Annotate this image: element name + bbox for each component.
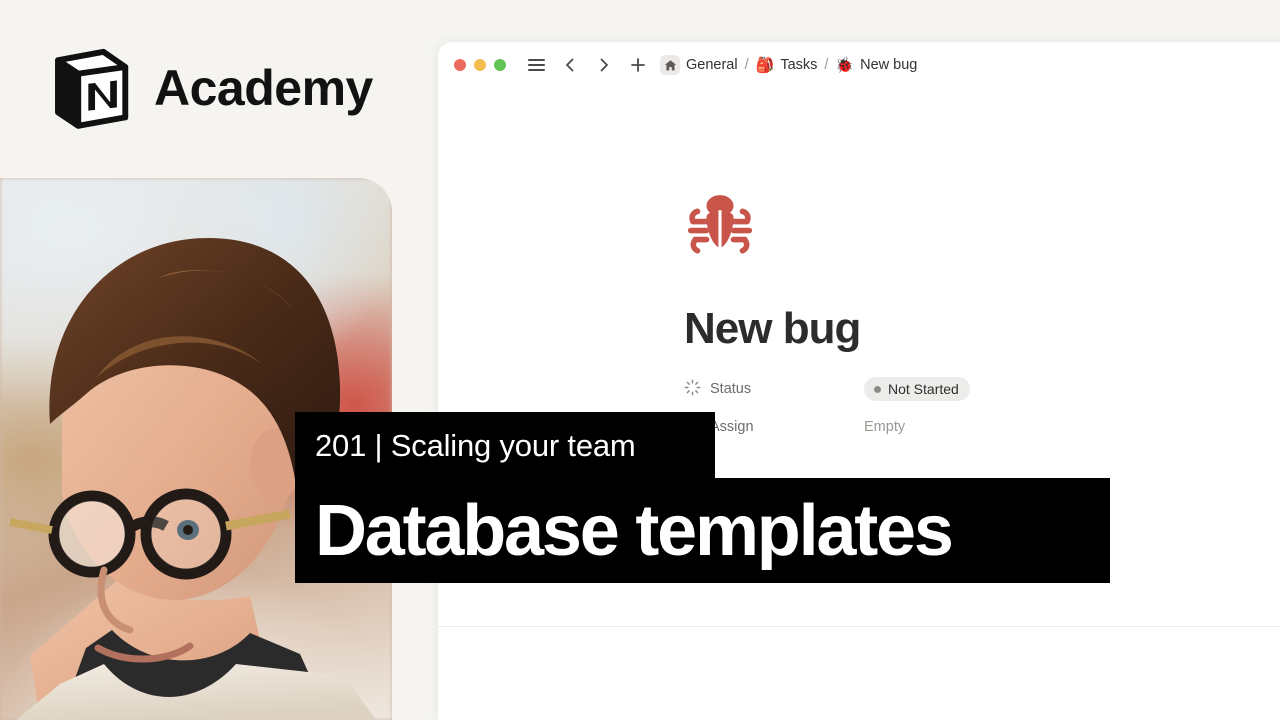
notion-cube-icon	[48, 45, 132, 131]
status-badge[interactable]: Not Started	[864, 377, 970, 402]
overlay-title-text: Database templates	[315, 490, 954, 571]
browser-window: General / 🎒 Tasks / 🐞 New bug New bug St…	[438, 42, 1280, 720]
overlay-title-bar: Database templates	[295, 478, 1110, 583]
page-content: New bug Status Not Started Assign Empty	[438, 88, 1280, 627]
screenshot-root: Academy General / 🎒 Tasks / 🐞 New bug Ne…	[0, 0, 1280, 720]
status-dot-icon	[874, 385, 881, 393]
breadcrumb-separator-1: /	[744, 57, 749, 73]
status-badge-label: Not Started	[888, 381, 959, 398]
property-value-status[interactable]: Not Started	[864, 377, 970, 402]
window-nav-controls	[526, 55, 648, 75]
property-row-status[interactable]: Status Not Started	[684, 374, 1280, 404]
breadcrumb-separator-2: /	[824, 57, 829, 73]
breadcrumb-item-new-bug[interactable]: 🐞 New bug	[835, 57, 917, 73]
content-divider	[438, 626, 1280, 627]
maximize-button[interactable]	[494, 59, 506, 71]
breadcrumb-label-general: General	[686, 57, 738, 73]
property-label-assign: Assign	[710, 419, 754, 436]
bug-emoji-icon: 🐞	[835, 56, 855, 74]
window-titlebar: General / 🎒 Tasks / 🐞 New bug	[438, 42, 1280, 88]
close-button[interactable]	[454, 59, 466, 71]
breadcrumb-label-new-bug: New bug	[860, 57, 918, 73]
breadcrumb-label-tasks: Tasks	[780, 57, 818, 73]
window-traffic-lights	[454, 59, 506, 71]
chevron-left-icon[interactable]	[560, 55, 580, 75]
property-label-status: Status	[710, 381, 752, 398]
bug-icon[interactable]	[684, 192, 1280, 260]
brand-name: Academy	[154, 60, 373, 116]
breadcrumb-item-general[interactable]: General	[660, 55, 738, 75]
hamburger-menu-icon[interactable]	[526, 55, 546, 75]
status-spinner-icon	[684, 379, 701, 400]
plus-icon[interactable]	[628, 55, 648, 75]
page-properties: Status Not Started Assign Empty	[684, 374, 1280, 442]
page-title: New bug	[684, 304, 861, 353]
breadcrumb-item-tasks[interactable]: 🎒 Tasks	[756, 57, 818, 73]
property-key-status: Status	[684, 379, 864, 400]
home-icon	[660, 55, 680, 75]
minimize-button[interactable]	[474, 59, 486, 71]
brand-lockup: Academy	[48, 45, 373, 131]
overlay-subtitle-bar: 201 | Scaling your team	[295, 412, 715, 478]
breadcrumb: General / 🎒 Tasks / 🐞 New bug	[660, 55, 917, 75]
backpack-emoji-icon: 🎒	[755, 56, 775, 74]
overlay-subtitle-text: 201 | Scaling your team	[315, 427, 636, 463]
chevron-right-icon[interactable]	[594, 55, 614, 75]
property-row-assign[interactable]: Assign Empty	[684, 412, 1280, 442]
property-value-assign[interactable]: Empty	[864, 419, 905, 435]
